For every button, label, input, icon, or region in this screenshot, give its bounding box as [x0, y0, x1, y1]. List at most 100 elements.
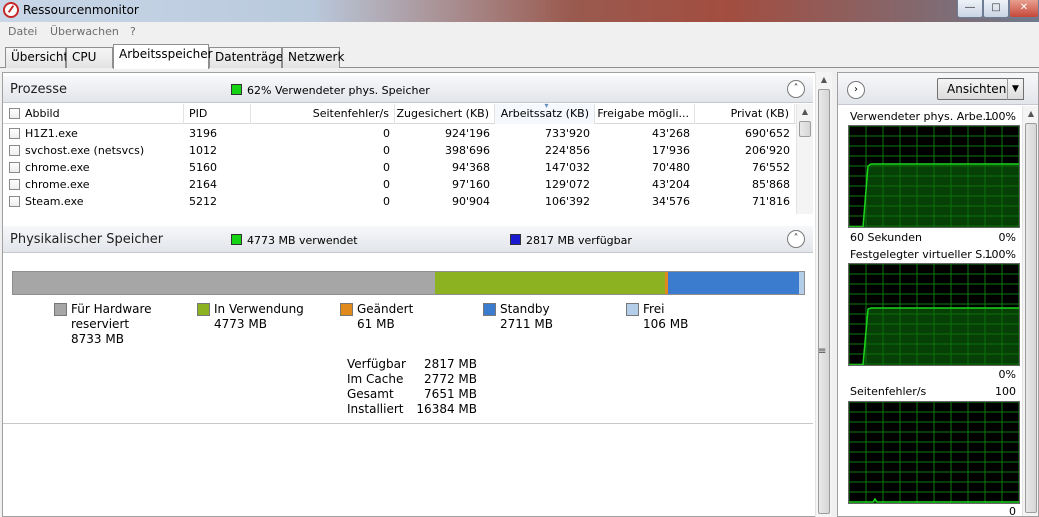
green-indicator-icon — [231, 234, 242, 245]
table-cell: 224'856 — [544, 144, 590, 157]
scroll-up-icon[interactable]: ▲ — [1023, 106, 1039, 122]
col-freigabe[interactable]: Freigabe mögli... — [595, 104, 695, 124]
legend-swatch — [197, 303, 210, 316]
table-cell: H1Z1.exe — [25, 127, 78, 140]
table-row[interactable]: Steam.exe 5212 0 90'904 106'392 34'576 71'816 — [3, 193, 813, 210]
table-cell: 2164 — [189, 178, 217, 191]
process-table-header: Abbild PID Seitenfehler/s Zugesichert (K… — [3, 101, 813, 124]
table-cell: 147'032 — [544, 161, 590, 174]
tab-datentraeger[interactable]: Datenträger — [209, 47, 288, 68]
splitter-grip-icon[interactable]: ≡ — [818, 346, 826, 357]
graph-virtual-memory — [848, 263, 1020, 366]
col-pid[interactable]: PID — [184, 104, 251, 124]
table-cell: 129'072 — [544, 178, 590, 191]
collapse-processes-button[interactable]: ˄ — [787, 80, 805, 98]
col-privat[interactable]: Privat (KB) — [695, 104, 795, 124]
views-dropdown-icon[interactable]: ▼ — [1007, 78, 1024, 100]
graphs-scrollbar[interactable]: ▲ — [1022, 106, 1038, 516]
row-checkbox[interactable] — [9, 179, 20, 190]
row-checkbox[interactable] — [9, 162, 20, 173]
memory-stats: Verfügbar 2817 MB Im Cache 2772 MB Gesamt 7… — [347, 357, 477, 417]
stat-row: Im Cache 2772 MB — [347, 372, 477, 386]
table-row[interactable]: chrome.exe 2164 0 97'160 129'072 43'204 85'868 — [3, 176, 813, 193]
table-cell: 85'868 — [751, 178, 790, 191]
menu-datei[interactable]: Datei — [8, 25, 37, 38]
table-cell: 76'552 — [751, 161, 790, 174]
maximize-button[interactable]: □ — [983, 0, 1009, 18]
legend-swatch — [626, 303, 639, 316]
table-cell: 3196 — [189, 127, 217, 140]
scroll-thumb[interactable] — [818, 89, 830, 514]
graph-max-pagefaults: 100 — [995, 385, 1016, 398]
row-checkbox[interactable] — [9, 128, 20, 139]
sort-desc-icon: ▾ — [544, 101, 549, 110]
green-indicator-icon — [231, 84, 242, 95]
graph-min-pagefaults: 0 — [1009, 505, 1016, 517]
graph-page-faults — [848, 401, 1020, 504]
graph-title-physical: Verwendeter phys. Arbe... — [850, 110, 994, 123]
window-title: Ressourcenmonitor — [23, 3, 139, 17]
graphs-panel: › Ansichten ▼ Verwendeter phys. Arbe... … — [837, 72, 1039, 517]
blue-indicator-icon — [510, 234, 521, 245]
legend-swatch — [340, 303, 353, 316]
graph-min-virtual: 0% — [998, 368, 1016, 381]
left-panel-scrollbar[interactable]: ▲ — [815, 72, 832, 517]
table-cell: chrome.exe — [25, 178, 90, 191]
col-abbild[interactable]: Abbild — [3, 104, 184, 124]
scroll-up-icon[interactable]: ▲ — [797, 104, 813, 120]
collapse-physical-button[interactable]: ˄ — [787, 230, 805, 248]
menu-help[interactable]: ? — [130, 25, 136, 38]
process-scrollbar[interactable]: ▲ — [796, 104, 813, 214]
table-cell: 398'696 — [444, 144, 490, 157]
table-cell: 106'392 — [544, 195, 590, 208]
table-cell: 90'904 — [451, 195, 490, 208]
table-row[interactable]: chrome.exe 5160 0 94'368 147'032 70'480 76'552 — [3, 159, 813, 176]
graph-pagefaults-svg — [848, 401, 1020, 503]
processes-header[interactable]: Prozesse 62% Verwendeter phys. Speicher … — [3, 76, 813, 103]
tab-netzwerk[interactable]: Netzwerk — [282, 47, 344, 68]
scroll-thumb[interactable] — [799, 121, 811, 137]
minimize-button[interactable]: ― — [957, 0, 983, 18]
table-cell: 70'480 — [651, 161, 690, 174]
stat-row: Gesamt 7651 MB — [347, 387, 477, 401]
graph-title-pagefaults: Seitenfehler/s — [850, 385, 927, 398]
graph-physical-memory — [848, 125, 1020, 228]
legend-swatch — [483, 303, 496, 316]
menu-bar: Datei Überwachen ? — [0, 22, 1039, 42]
row-checkbox[interactable] — [9, 145, 20, 156]
tab-cpu[interactable]: CPU — [66, 47, 113, 68]
col-zugesichert[interactable]: Zugesichert (KB) — [395, 104, 495, 124]
graph-title-virtual: Festgelegter virtueller S... — [850, 248, 993, 261]
table-cell: chrome.exe — [25, 161, 90, 174]
graph-max-virtual: 100% — [984, 248, 1016, 261]
memory-bar-segment-standby — [668, 272, 799, 294]
scroll-thumb[interactable] — [1025, 123, 1037, 513]
table-cell: 5212 — [189, 195, 217, 208]
memory-bar-segment-hardware — [13, 272, 435, 294]
physical-available-summary: 2817 MB verfügbar — [510, 234, 632, 247]
table-cell: svchost.exe (netsvcs) — [25, 144, 145, 157]
title-bar: Ressourcenmonitor ― □ ✕ — [0, 0, 1039, 22]
graph-virtual-svg — [848, 263, 1020, 366]
graph-min-physical: 0% — [998, 231, 1016, 244]
table-cell: 71'816 — [751, 195, 790, 208]
table-cell: 1012 — [189, 144, 217, 157]
menu-ueberwachen[interactable]: Überwachen — [50, 25, 119, 38]
row-checkbox[interactable] — [9, 196, 20, 207]
col-arbeitssatz[interactable]: ▾ Arbeitssatz (KB) — [495, 101, 595, 124]
memory-bar-segment-in-use — [435, 272, 665, 294]
tab-arbeitsspeicher[interactable]: Arbeitsspeicher — [113, 44, 213, 69]
graph-max-physical: 100% — [984, 110, 1016, 123]
table-row[interactable]: H1Z1.exe 3196 0 924'196 733'920 43'268 690'652 — [3, 125, 813, 142]
physical-memory-header[interactable]: Physikalischer Speicher 4773 MB verwende… — [3, 226, 813, 253]
scroll-up-icon[interactable]: ▲ — [816, 72, 832, 88]
tab-uebersicht[interactable]: Übersicht — [5, 47, 68, 68]
table-row[interactable]: svchost.exe (netsvcs) 1012 0 398'696 224'856… — [3, 142, 813, 159]
close-button[interactable]: ✕ — [1009, 0, 1039, 18]
table-cell: 97'160 — [451, 178, 490, 191]
processes-summary: 62% Verwendeter phys. Speicher — [231, 84, 430, 97]
col-seitenfehler[interactable]: Seitenfehler/s — [251, 104, 395, 124]
expand-graphs-button[interactable]: › — [847, 81, 865, 99]
table-cell: 690'652 — [744, 127, 790, 140]
tab-strip: Übersicht CPU Arbeitsspeicher Datenträge… — [0, 42, 1039, 69]
